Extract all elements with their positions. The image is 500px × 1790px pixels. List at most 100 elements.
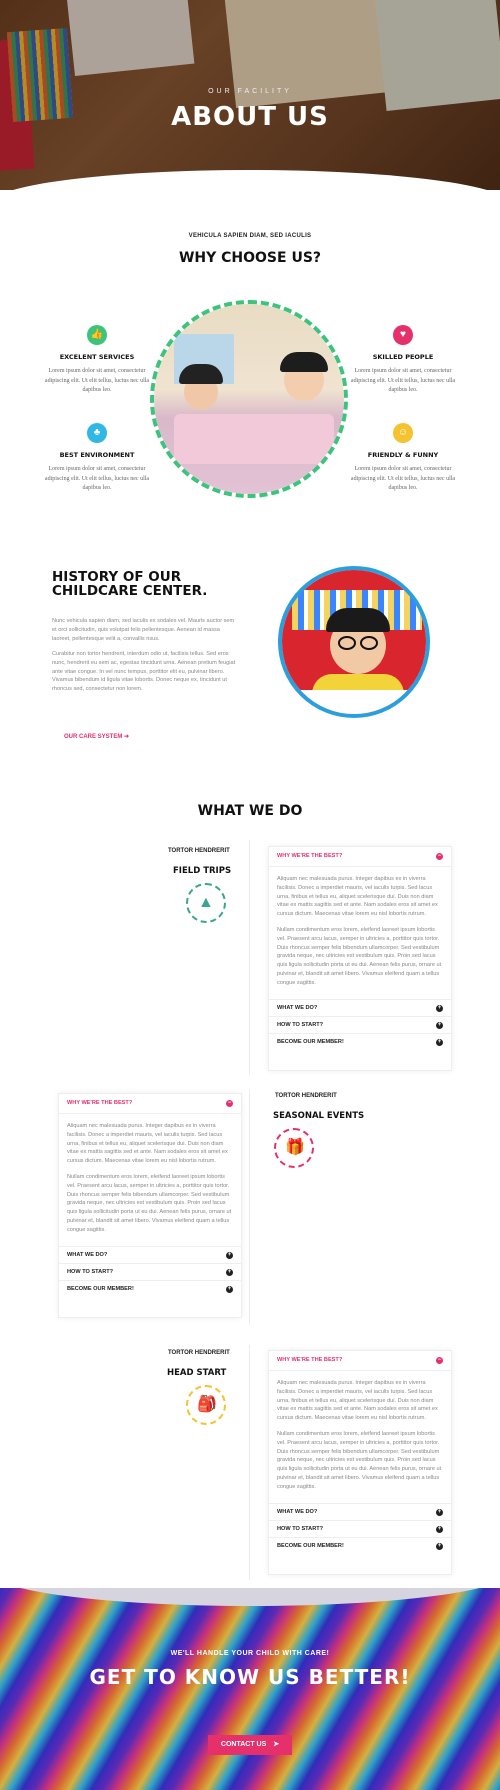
feature-text: Lorem ipsum dolor sit amet, consectetur … <box>44 466 150 491</box>
child-hair <box>179 364 223 384</box>
collapse-icon[interactable]: − <box>436 853 443 860</box>
service-label: TORTOR HENDRERIT <box>168 848 230 854</box>
accordion-item[interactable]: WHAT WE DO? + <box>269 1502 451 1520</box>
mountain-icon: ▲ <box>198 894 214 911</box>
feature-title: SKILLED PEOPLE <box>372 353 434 361</box>
service-label: TORTOR HENDRERIT <box>168 1350 230 1356</box>
accordion-title: BECOME OUR MEMBER! <box>67 1285 134 1292</box>
feature-friendly-funny: ☺ FRIENDLY & FUNNY Lorem ipsum dolor sit… <box>348 423 458 494</box>
faq-accordion: WHY WE'RE THE BEST? − Aliquam nec malesua… <box>268 846 452 1071</box>
send-icon: ➤ <box>273 1741 280 1748</box>
thumbs-up-icon: 👍 <box>87 325 107 345</box>
accordion-title: WHY WE'RE THE BEST? <box>277 1357 343 1363</box>
accordion-title: HOW TO START? <box>277 1021 324 1028</box>
accordion-paragraph: Aliquam nec malesuada purus. Integer dap… <box>67 1123 228 1165</box>
expand-icon[interactable]: + <box>436 1542 443 1550</box>
contact-us-button[interactable]: CONTACT US ➤ <box>208 1735 292 1755</box>
accordion-item[interactable]: HOW TO START? + <box>59 1262 241 1280</box>
glasses-lens <box>338 636 356 650</box>
child-hair <box>280 352 328 372</box>
service-title-field-trips: FIELD TRIPS <box>173 866 232 876</box>
why-eyebrow: VEHICULA SAPIEN DIAM, SED IACULIS <box>188 233 312 239</box>
history-title: HISTORY OF OUR CHILDCARE CENTER. <box>52 570 207 598</box>
backpack-icon: 🎒 <box>197 1396 217 1413</box>
accordion-item[interactable]: WHAT WE DO? + <box>59 1245 241 1263</box>
child-hair <box>326 608 390 632</box>
pink-table <box>174 414 334 464</box>
collapse-icon[interactable]: − <box>226 1100 233 1107</box>
care-system-link[interactable]: OUR CARE SYSTEM ➜ <box>64 733 129 740</box>
feature-title: BEST ENVIRONMENT <box>59 451 135 459</box>
feature-skilled-people: ♥ SKILLED PEOPLE Lorem ipsum dolor sit a… <box>348 325 458 396</box>
feature-text: Lorem ipsum dolor sit amet, consectetur … <box>350 466 456 491</box>
expand-icon[interactable]: + <box>436 1508 443 1516</box>
accordion-paragraph: Aliquam nec malesuada purus. Integer dap… <box>277 876 438 918</box>
accordion-item[interactable]: WHAT WE DO? + <box>269 998 451 1016</box>
service-label: TORTOR HENDRERIT <box>275 1093 337 1099</box>
feature-text: Lorem ipsum dolor sit amet, consectetur … <box>44 368 150 393</box>
service-title-seasonal-events: SEASONAL EVENTS <box>273 1111 365 1121</box>
accordion-title: BECOME OUR MEMBER! <box>277 1038 344 1045</box>
accordion-title: HOW TO START? <box>277 1525 324 1532</box>
cta-banner: WE'LL HANDLE YOUR CHILD WITH CARE! GET T… <box>0 1588 500 1790</box>
gift-icon: 🎁 <box>285 1139 305 1156</box>
accordion-title: WHAT WE DO? <box>277 1508 318 1515</box>
contact-us-label: CONTACT US <box>220 1741 267 1748</box>
accordion-title: WHY WE'RE THE BEST? <box>277 853 343 859</box>
tree-icon: ♣ <box>87 423 107 443</box>
accordion-title: WHAT WE DO? <box>67 1251 108 1258</box>
accordion-item[interactable]: BECOME OUR MEMBER! + <box>269 1536 451 1554</box>
history-paragraph: Curabitur non tortor hendrerit, interdum… <box>52 651 236 693</box>
cta-title: GET TO KNOW US BETTER! <box>89 1665 411 1689</box>
expand-icon[interactable]: + <box>226 1285 233 1293</box>
accordion-item[interactable]: HOW TO START? + <box>269 1519 451 1537</box>
history-title-line: CHILDCARE CENTER. <box>52 583 208 599</box>
accordion-item[interactable]: BECOME OUR MEMBER! + <box>59 1279 241 1297</box>
accordion-item-open[interactable]: WHY WE'RE THE BEST? − <box>269 847 451 867</box>
expand-icon[interactable]: + <box>436 1004 443 1012</box>
feature-text: Lorem ipsum dolor sit amet, consectetur … <box>350 368 456 393</box>
faq-accordion: WHY WE'RE THE BEST? − Aliquam nec malesua… <box>268 1350 452 1575</box>
faq-accordion: WHY WE'RE THE BEST? − Aliquam nec malesua… <box>58 1093 242 1318</box>
accordion-item-open[interactable]: WHY WE'RE THE BEST? − <box>269 1351 451 1371</box>
history-title-line: HISTORY OF OUR <box>52 569 182 585</box>
classroom-photo <box>150 300 348 498</box>
accordion-paragraph: Nullam condimentum eros lorem, eleifend … <box>67 1173 232 1233</box>
hero-eyebrow: OUR FACILITY <box>208 88 292 95</box>
field-trips-badge: ▲ <box>186 883 226 923</box>
head-start-badge: 🎒 <box>186 1385 226 1425</box>
hero-banner: OUR FACILITY ABOUT US <box>0 0 500 190</box>
accordion-title: HOW TO START? <box>67 1268 114 1275</box>
why-title: WHY CHOOSE US? <box>178 250 322 266</box>
feature-title: EXCELENT SERVICES <box>59 353 135 361</box>
expand-icon[interactable]: + <box>226 1251 233 1259</box>
book <box>292 690 422 714</box>
service-title-head-start: HEAD START <box>167 1368 227 1378</box>
feature-best-environment: ♣ BEST ENVIRONMENT Lorem ipsum dolor sit… <box>42 423 152 494</box>
accordion-paragraph: Nullam condimentum eros lorem, eleifend … <box>277 1430 442 1490</box>
expand-icon[interactable]: + <box>436 1038 443 1046</box>
accordion-item-open[interactable]: WHY WE'RE THE BEST? − <box>59 1094 241 1114</box>
accordion-title: BECOME OUR MEMBER! <box>277 1542 344 1549</box>
accordion-item[interactable]: BECOME OUR MEMBER! + <box>269 1032 451 1050</box>
heart-icon: ♥ <box>393 325 413 345</box>
collapse-icon[interactable]: − <box>436 1357 443 1364</box>
feature-excelent-services: 👍 EXCELENT SERVICES Lorem ipsum dolor si… <box>42 325 152 396</box>
history-paragraph: Nunc vehicula sapien diam, sed iaculis e… <box>52 618 235 642</box>
accordion-paragraph: Nullam condimentum eros lorem, eleifend … <box>277 926 442 986</box>
accordion-title: WHAT WE DO? <box>277 1004 318 1011</box>
accordion-title: WHY WE'RE THE BEST? <box>67 1100 133 1106</box>
expand-icon[interactable]: + <box>436 1525 443 1533</box>
expand-icon[interactable]: + <box>436 1021 443 1029</box>
accordion-item[interactable]: HOW TO START? + <box>269 1015 451 1033</box>
cta-eyebrow: WE'LL HANDLE YOUR CHILD WITH CARE! <box>170 1650 330 1657</box>
page-title: ABOUT US <box>171 102 329 132</box>
feature-title: FRIENDLY & FUNNY <box>367 451 439 459</box>
smile-icon: ☺ <box>393 423 413 443</box>
accordion-paragraph: Aliquam nec malesuada purus. Integer dap… <box>277 1380 438 1422</box>
child-glasses-photo <box>278 566 430 718</box>
seasonal-events-badge: 🎁 <box>274 1128 314 1168</box>
expand-icon[interactable]: + <box>226 1268 233 1276</box>
what-we-do-title: WHAT WE DO <box>197 803 303 819</box>
glasses-lens <box>360 636 378 650</box>
